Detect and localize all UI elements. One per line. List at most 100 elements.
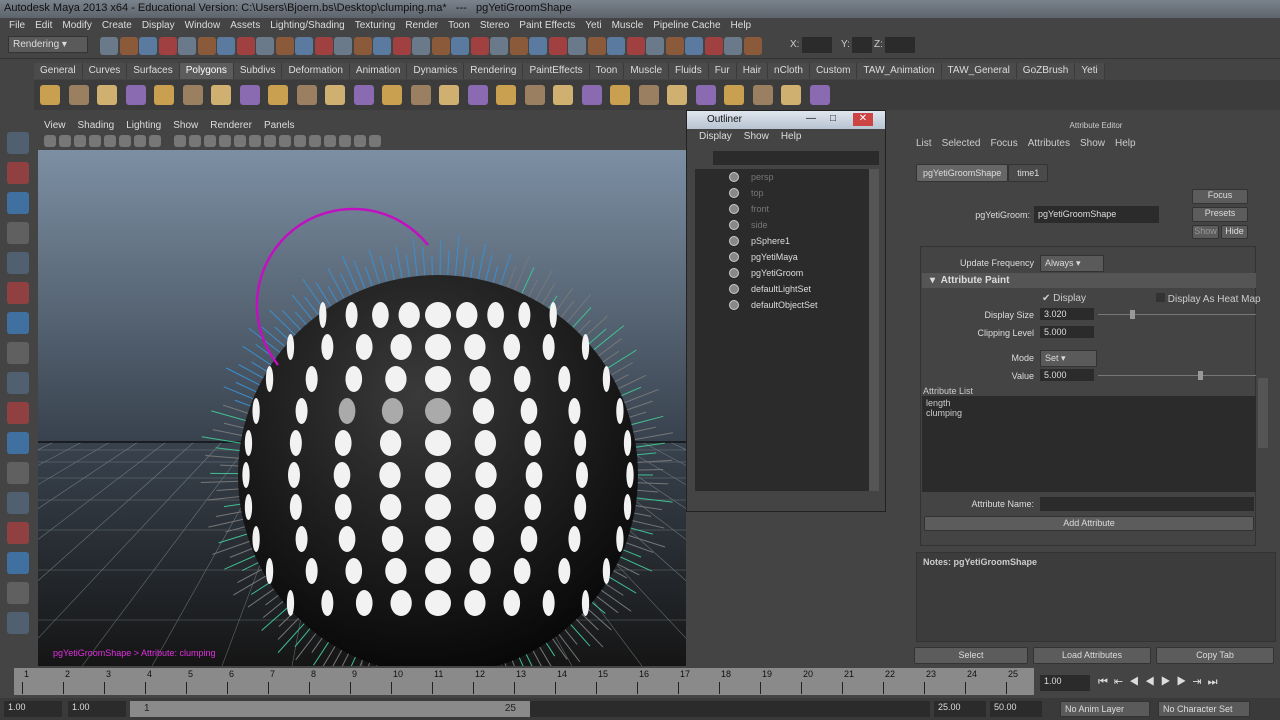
shelf-tab-rendering[interactable]: Rendering [464,63,524,79]
mode-dropdown[interactable]: Set ▾ [1040,350,1097,367]
select-button[interactable]: Select [914,647,1028,664]
menu-lighting-shading[interactable]: Lighting/Shading [265,18,350,33]
status-tool-icon[interactable] [724,37,742,55]
status-tool-icon[interactable] [100,37,118,55]
viewport-menu-lighting[interactable]: Lighting [120,118,167,133]
status-tool-icon[interactable] [704,37,723,55]
value-slider[interactable] [1098,371,1256,380]
viewport-menu-shading[interactable]: Shading [72,118,121,133]
viewport-tool-icon[interactable] [354,135,366,147]
shelf-tab-fur[interactable]: Fur [708,63,737,79]
outliner-filter[interactable] [713,151,879,165]
ae-menu-focus[interactable]: Focus [990,138,1017,149]
tool-icon[interactable] [7,612,29,634]
shelf-tab-taw-general[interactable]: TAW_General [941,63,1017,79]
status-tool-icon[interactable] [607,37,625,55]
viewport-menu-show[interactable]: Show [167,118,204,133]
viewport-tool-icon[interactable] [249,135,261,147]
outliner-item[interactable]: persp [695,169,873,185]
clipping-level-field[interactable]: 5.000 [1040,326,1094,338]
menu-display[interactable]: Display [137,18,180,33]
outliner-menu-show[interactable]: Show [738,129,775,145]
tool-icon[interactable] [7,162,29,184]
shelf-tool-icon[interactable] [353,85,374,105]
attribute-name-field[interactable] [1040,497,1254,511]
viewport-tool-icon[interactable] [309,135,321,147]
viewport-tool-icon[interactable] [279,135,291,147]
menu-edit[interactable]: Edit [30,18,57,33]
maximize-button[interactable]: □ [823,113,843,126]
shelf-tab-curves[interactable]: Curves [82,63,128,79]
status-tool-icon[interactable] [451,37,469,55]
shelf-tab-muscle[interactable]: Muscle [624,63,670,79]
shelf-tab-yeti[interactable]: Yeti [1075,63,1105,79]
shelf-tool-icon[interactable] [553,85,573,105]
status-tool-icon[interactable] [236,37,255,55]
status-tool-icon[interactable] [470,37,489,55]
outliner-menu-help[interactable]: Help [775,129,808,145]
menu-yeti[interactable]: Yeti [580,18,606,33]
shelf-tool-icon[interactable] [296,85,317,105]
shelf-tool-icon[interactable] [695,85,716,105]
ae-menu-selected[interactable]: Selected [942,138,981,149]
tool-icon[interactable] [7,552,29,574]
ae-scrollbar[interactable] [1258,378,1268,448]
shelf-tab-toon[interactable]: Toon [589,63,625,79]
tool-icon[interactable] [7,342,29,364]
viewport-tool-icon[interactable] [59,135,71,147]
playback-start-field[interactable]: 1.00 [68,701,126,717]
presets-button[interactable]: Presets [1192,207,1248,222]
attribute-list[interactable]: length clumping [922,396,1256,492]
viewport-tool-icon[interactable] [74,135,86,147]
shelf-tool-icon[interactable] [211,85,231,105]
heatmap-checkbox[interactable]: Display As Heat Map [1156,293,1261,305]
tool-icon[interactable] [7,582,29,604]
shelf-tool-icon[interactable] [638,85,659,105]
status-tool-icon[interactable] [314,37,333,55]
tool-icon[interactable] [7,132,29,154]
timeline-track[interactable]: 1 2 3 4 5 6 7 8 9 10 11 12 13 14 15 16 17 18 19 20 21 22 23 24 2… [14,668,1034,695]
status-tool-icon[interactable] [529,37,547,55]
status-tool-icon[interactable] [392,37,411,55]
shelf-tab-gozbrush[interactable]: GoZBrush [1016,63,1076,79]
update-frequency-dropdown[interactable]: Always ▾ [1040,255,1104,272]
status-tool-icon[interactable] [587,37,606,55]
tool-icon[interactable] [7,312,29,334]
start-time-field[interactable]: 1.00 [4,701,62,717]
shelf-tool-icon[interactable] [239,85,260,105]
section-attribute-paint[interactable]: ▾ Attribute Paint [922,273,1256,288]
shelf-tool-icon[interactable] [724,85,744,105]
shelf-tool-icon[interactable] [154,85,174,105]
outliner-scrollbar[interactable] [869,169,879,491]
viewport-tool-icon[interactable] [204,135,216,147]
shelf-tab-ncloth[interactable]: nCloth [768,63,810,79]
outliner-item[interactable]: pSphere1 [695,233,873,249]
viewport-tool-icon[interactable] [219,135,231,147]
viewport-tool-icon[interactable] [104,135,116,147]
menu-muscle[interactable]: Muscle [607,18,649,33]
shelf-tool-icon[interactable] [97,85,117,105]
viewport-tool-icon[interactable] [189,135,201,147]
status-tool-icon[interactable] [646,37,664,55]
status-tool-icon[interactable] [256,37,274,55]
end-time-field[interactable]: 50.00 [990,701,1042,717]
menu-window[interactable]: Window [180,18,226,33]
status-tool-icon[interactable] [743,37,762,55]
z-field[interactable] [885,37,915,53]
viewport-tool-icon[interactable] [44,135,56,147]
shelf-tool-icon[interactable] [496,85,516,105]
status-tool-icon[interactable] [158,37,177,55]
outliner-item[interactable]: front [695,201,873,217]
viewport-menu-view[interactable]: View [38,118,72,133]
shelf-tool-icon[interactable] [382,85,402,105]
load-attributes-button[interactable]: Load Attributes [1033,647,1151,664]
status-tool-icon[interactable] [119,37,138,55]
shelf-tab-surfaces[interactable]: Surfaces [127,63,180,79]
shelf-tool-icon[interactable] [809,85,830,105]
shelf-tool-icon[interactable] [68,85,89,105]
shelf-tab-taw-animation[interactable]: TAW_Animation [857,63,942,79]
tool-icon[interactable] [7,222,29,244]
status-tool-icon[interactable] [353,37,372,55]
viewport-tool-icon[interactable] [264,135,276,147]
shelf-tab-subdivs[interactable]: Subdivs [233,63,283,79]
